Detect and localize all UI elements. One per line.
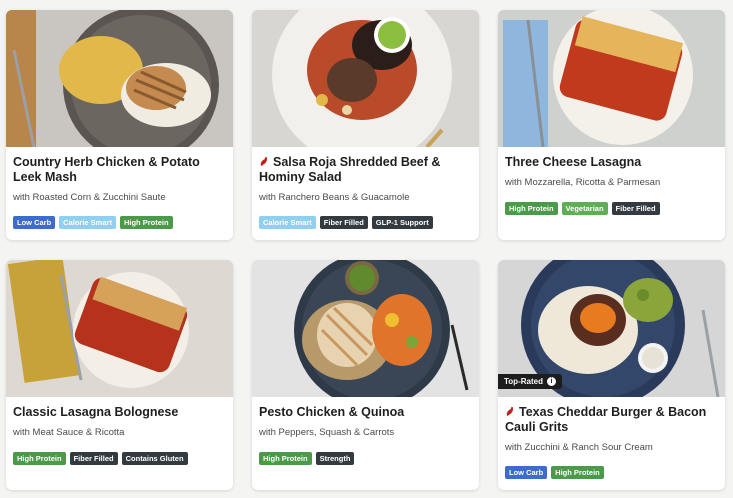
tag-list: High Protein Vegetarian Fiber Filled xyxy=(505,202,660,215)
meal-subtitle: with Zucchini & Ranch Sour Cream xyxy=(505,442,653,453)
tag-badge: High Protein xyxy=(119,216,173,229)
meal-image[interactable] xyxy=(252,260,479,397)
top-rated-badge[interactable]: Top-Rated i xyxy=(498,374,562,389)
top-rated-label: Top-Rated xyxy=(504,377,543,386)
tag-list: High Protein Strength xyxy=(259,452,355,465)
meal-card[interactable]: Classic Lasagna Bolognese with Meat Sauc… xyxy=(6,260,233,490)
tag-list: Low Carb High Protein xyxy=(505,466,604,479)
tag-list: Calorie Smart Fiber Filled GLP-1 Support xyxy=(259,216,433,229)
meal-subtitle: with Mozzarella, Ricotta & Parmesan xyxy=(505,177,661,188)
tag-badge: High Protein xyxy=(505,202,558,215)
tag-badge: High Protein xyxy=(259,452,312,465)
tag-badge: Low Carb xyxy=(505,466,548,479)
tag-badge: Strength xyxy=(315,452,355,465)
meal-card[interactable]: Three Cheese Lasagna with Mozzarella, Ri… xyxy=(498,10,725,240)
meal-subtitle: with Ranchero Beans & Guacamole xyxy=(259,192,410,203)
meal-title[interactable]: Classic Lasagna Bolognese xyxy=(13,405,226,420)
meal-image[interactable] xyxy=(252,10,479,147)
meal-title[interactable]: Texas Cheddar Burger & Bacon Cauli Grits xyxy=(505,405,718,435)
meal-title[interactable]: Country Herb Chicken & Potato Leek Mash xyxy=(13,155,226,185)
meal-title[interactable]: Pesto Chicken & Quinoa xyxy=(259,405,472,420)
meal-subtitle: with Peppers, Squash & Carrots xyxy=(259,427,395,438)
tag-badge: Low Carb xyxy=(13,216,56,229)
tag-badge: Calorie Smart xyxy=(59,216,116,229)
tag-badge: High Protein xyxy=(13,452,66,465)
tag-badge: Vegetarian xyxy=(561,202,608,215)
meal-image[interactable] xyxy=(6,260,233,397)
meal-card[interactable]: Top-Rated i Texas Cheddar Burger & Bacon… xyxy=(498,260,725,490)
tag-badge: Fiber Filled xyxy=(69,452,118,465)
meal-card[interactable]: Country Herb Chicken & Potato Leek Mash … xyxy=(6,10,233,240)
tag-list: Low Carb Calorie Smart High Protein xyxy=(13,216,173,229)
info-icon[interactable]: i xyxy=(546,377,556,386)
meal-title[interactable]: Three Cheese Lasagna xyxy=(505,155,718,170)
spicy-chili-icon xyxy=(506,406,513,416)
meal-card[interactable]: Pesto Chicken & Quinoa with Peppers, Squ… xyxy=(252,260,479,490)
meal-title[interactable]: Salsa Roja Shredded Beef & Hominy Salad xyxy=(259,155,472,185)
spicy-chili-icon xyxy=(260,156,267,166)
tag-badge: Contains Gluten xyxy=(121,452,188,465)
meal-subtitle: with Roasted Corn & Zucchini Saute xyxy=(13,192,166,203)
tag-badge: Fiber Filled xyxy=(611,202,660,215)
meal-image[interactable] xyxy=(498,10,725,147)
meal-subtitle: with Meat Sauce & Ricotta xyxy=(13,427,125,438)
meal-card[interactable]: Salsa Roja Shredded Beef & Hominy Salad … xyxy=(252,10,479,240)
tag-badge: Calorie Smart xyxy=(259,216,316,229)
tag-badge: GLP-1 Support xyxy=(371,216,433,229)
meal-image[interactable] xyxy=(6,10,233,147)
tag-list: High Protein Fiber Filled Contains Glute… xyxy=(13,452,188,465)
meal-image[interactable]: Top-Rated i xyxy=(498,260,725,397)
tag-badge: High Protein xyxy=(551,466,604,479)
tag-badge: Fiber Filled xyxy=(319,216,368,229)
